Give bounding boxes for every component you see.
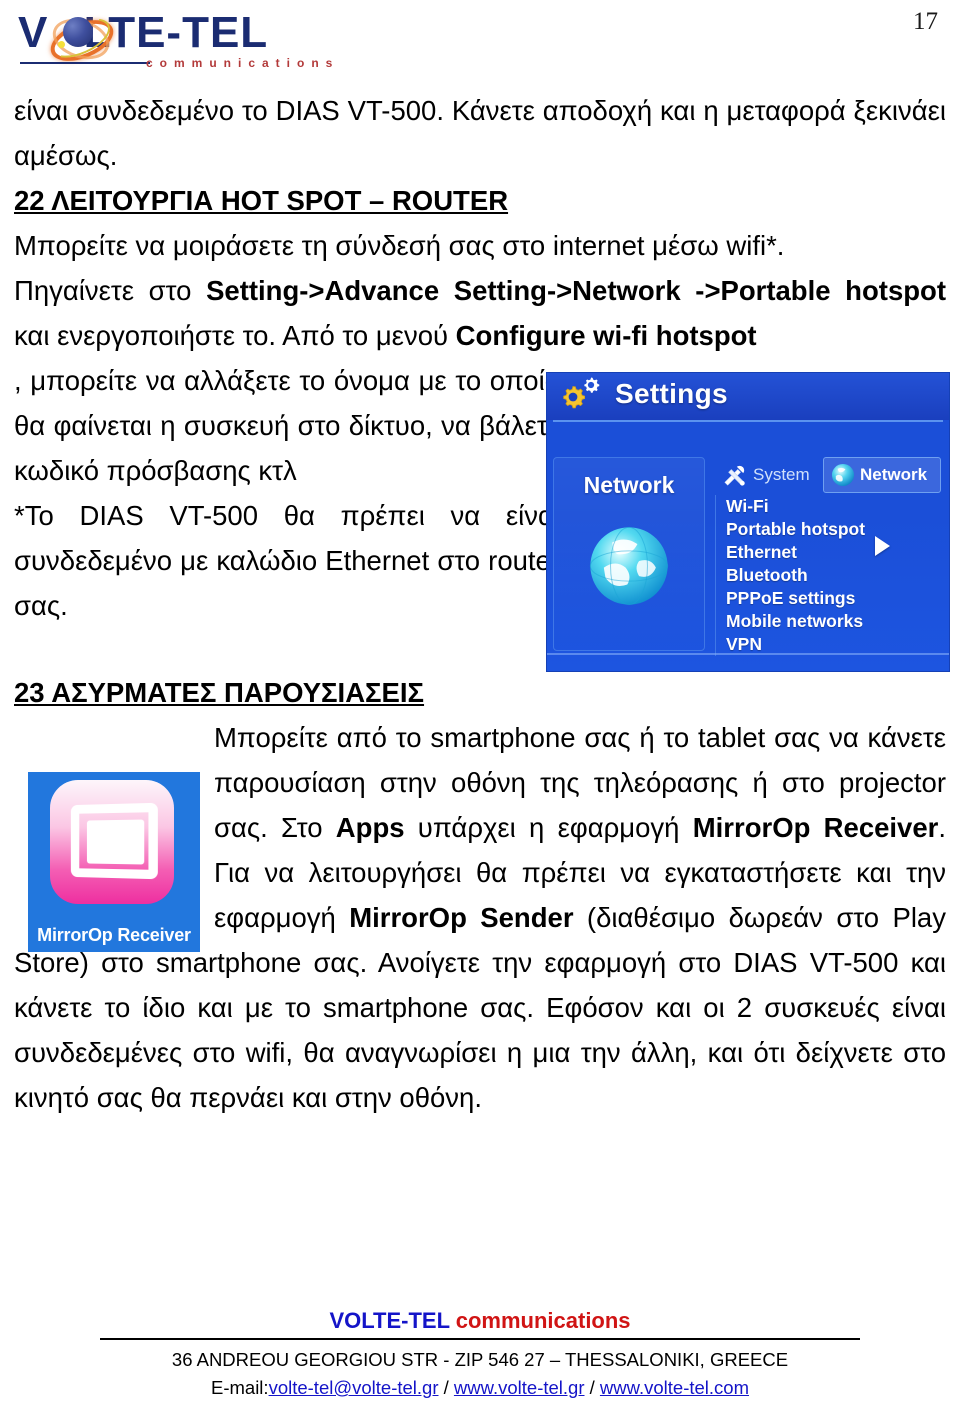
tab-network[interactable]: Network (823, 457, 941, 493)
globe-icon (589, 526, 669, 606)
cursor-arrow-icon (875, 536, 890, 556)
gear-small-icon (584, 377, 600, 393)
paragraph-intro: είναι συνδεδεμένο το DIAS VT-500. Κάνετε… (14, 95, 946, 171)
footer-email-link[interactable]: volte-tel@volte-tel.gr (269, 1377, 439, 1398)
paragraph-22-line1: Μπορείτε να μοιράσετε τη σύνδεσή σας στο… (14, 230, 785, 261)
tab-system[interactable]: System (715, 457, 817, 493)
tab-system-label: System (753, 465, 810, 484)
footer-brand-blue: VOLTE-TEL (329, 1308, 450, 1333)
text-run: Πηγαίνετε στο (14, 275, 207, 306)
menu-item-bluetooth[interactable]: Bluetooth (726, 564, 947, 587)
text-run-bold: Apps (335, 812, 405, 843)
paragraph-22-continued: , μπορείτε να αλλάξετε το όνομα με το οπ… (14, 358, 560, 493)
text-run-bold: MirrorOp Receiver (692, 812, 939, 843)
page-header: VOLTE-TEL communications 17 (0, 0, 960, 80)
text-run: υπάρχει η εφαρμογή (404, 812, 693, 843)
heading-section-22: 22 ΛΕΙΤΟΥΡΓΙΑ HOT SPOT – ROUTER (14, 185, 509, 216)
menu-item-pppoe-settings[interactable]: PPPoE settings (726, 587, 947, 610)
footer-site1-link[interactable]: www.volte-tel.gr (454, 1377, 585, 1398)
paragraph-22-main: Πηγαίνετε στο Setting->Advance Setting->… (14, 268, 946, 358)
settings-titlebar (547, 373, 949, 420)
text-run-bold: Configure wi-fi hotspot (455, 320, 757, 351)
settings-left-panel: Network (553, 457, 705, 651)
settings-screenshot: Settings Network System Network Wi-Fi Po… (546, 372, 950, 672)
volte-tel-logo: VOLTE-TEL communications (18, 6, 358, 76)
settings-bottom-divider (547, 653, 949, 655)
mirrorop-receiver-icon: MirrorOp Receiver (28, 772, 200, 952)
logo-underline (20, 62, 150, 64)
footer-contact: E-mail:volte-tel@volte-tel.gr / www.volt… (0, 1374, 960, 1402)
heading-section-23: 23 ΑΣΥΡΜΑΤΕΣ ΠΑΡΟΥΣΙΑΣΕΙΣ (14, 677, 425, 708)
settings-menu-list: Wi-Fi Portable hotspot Ethernet Bluetoot… (715, 495, 947, 656)
text-run-bold: Setting->Advance Setting->Network ->Port… (206, 275, 946, 306)
settings-left-panel-title: Network (583, 472, 675, 498)
tools-icon (724, 465, 745, 486)
paragraph-22-footnote: *Το DIAS VT-500 θα πρέπει να είναι συνδε… (14, 500, 560, 621)
settings-tabs: System Network (715, 457, 945, 493)
menu-item-ethernet[interactable]: Ethernet (726, 541, 947, 564)
footer-brand: VOLTE-TEL communications (0, 1308, 960, 1334)
logo-subtitle: communications (146, 56, 340, 70)
mirrorop-label: MirrorOp Receiver (37, 925, 191, 945)
footer-separator: / (438, 1377, 454, 1398)
mirrorop-screen-fill (86, 819, 145, 865)
mirrorop-tile (50, 780, 174, 904)
page-number: 17 (913, 8, 938, 35)
menu-item-portable-hotspot[interactable]: Portable hotspot (726, 518, 947, 541)
menu-item-wifi[interactable]: Wi-Fi (726, 495, 947, 518)
footer-separator: / (584, 1377, 600, 1398)
settings-titlebar-divider (553, 420, 943, 422)
page-footer: VOLTE-TEL communications 36 ANDREOU GEOR… (0, 1308, 960, 1402)
footer-site2-link[interactable]: www.volte-tel.com (600, 1377, 749, 1398)
text-run: και ενεργοποιήστε το. Από το μενού (14, 320, 456, 351)
footer-email-label: E-mail: (211, 1377, 269, 1398)
footer-divider (100, 1338, 860, 1340)
text-run: , μπορείτε να αλλάξετε το όνομα με το οπ… (14, 365, 560, 486)
settings-title: Settings (615, 378, 728, 409)
menu-item-mobile-networks[interactable]: Mobile networks (726, 610, 947, 633)
tab-network-label: Network (860, 465, 928, 484)
text-run-bold: MirrorOp Sender (349, 902, 574, 933)
footer-brand-red: communications (449, 1308, 631, 1333)
globe-small-icon (831, 463, 855, 487)
footer-address: 36 ANDREOU GEORGIOU STR - ZIP 546 27 – T… (171, 1349, 789, 1370)
logo-globe-icon (44, 10, 120, 70)
